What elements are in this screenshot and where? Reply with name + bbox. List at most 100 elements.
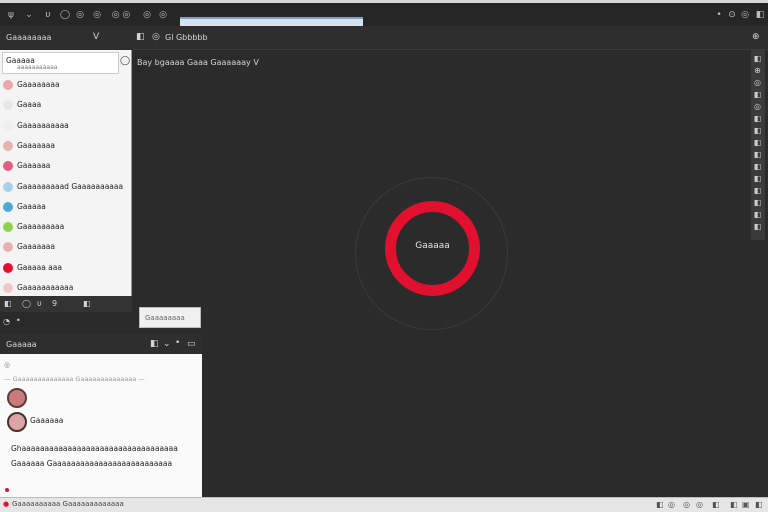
avatar[interactable] (7, 388, 27, 408)
room-header: ◧ ◎ Gl Gbbbbb ⊕ (132, 26, 768, 50)
chevron-down-icon[interactable]: ⌄ (163, 339, 171, 349)
room-list-item[interactable]: Gaaaaaaaaa (0, 217, 131, 237)
room-list-item[interactable]: Gaaaaaaa (0, 136, 131, 156)
right-tool-icon[interactable]: ◧ (753, 222, 762, 231)
room-list-item[interactable]: Gaaaaaaaaaaa (0, 278, 131, 298)
room-list-item[interactable]: Gaaaaaaaaaa (0, 116, 131, 136)
right-tool-icon[interactable]: ◧ (753, 210, 762, 219)
floating-button-label: Gaaaaaaaa (145, 314, 185, 322)
sidebar-toggle-icon[interactable]: ◧ (136, 32, 145, 42)
date-divider: — Gaaaaaaaaaaaaaa Gaaaaaaaaaaaaaa — (4, 375, 145, 383)
app-icon[interactable]: ψ (6, 10, 16, 20)
right-tool-icon[interactable]: ◧ (753, 162, 762, 171)
room-list-label: Gaaaaaaaaaaa (17, 283, 74, 292)
status-icon[interactable]: ◎ (696, 500, 703, 509)
room-list-label: Gaaaaaaa (17, 242, 55, 252)
avatar[interactable] (7, 412, 27, 432)
dot-icon[interactable]: • (16, 316, 21, 325)
account-header[interactable]: Gaaaaaaaa V (0, 26, 132, 50)
toolbar-icon-6[interactable]: ◎ (142, 10, 152, 20)
room-list-item[interactable]: Gaaaaaaaa (0, 75, 131, 95)
chevron-icon[interactable]: ⌄ (24, 10, 34, 20)
room-list-label: Gaaaaaaaaad Gaaaaaaaaaa (17, 181, 124, 191)
room-icon[interactable]: ◎ (152, 32, 160, 42)
status-icon[interactable]: ⊙ (727, 10, 737, 20)
right-tool-icon[interactable]: ◧ (753, 198, 762, 207)
status-icon[interactable]: ▣ (742, 500, 750, 509)
status-bar: ● Gaaaaaaaaaa Gaaaaaaaaaaaaa ◧ ◎ ◎ ◎ ◧ ◧ ▣ ◧ (0, 497, 768, 512)
message-author[interactable]: Gaaaaaa (30, 416, 63, 425)
room-avatar-icon (3, 100, 13, 111)
status-icon[interactable]: ◎ (668, 500, 675, 509)
right-tool-icon[interactable]: ◧ (753, 174, 762, 183)
toolbar-icon-3[interactable]: ◎ (75, 10, 85, 20)
maximize-icon[interactable]: ▭ (187, 339, 196, 349)
left-tool-icon-2[interactable]: ◯ (22, 299, 31, 308)
emoji-icon[interactable]: ◔ (3, 317, 10, 326)
room-list-label: Gaaaaaaaaaa (17, 120, 69, 130)
room-list-item[interactable]: Gaaaa (0, 95, 131, 115)
room-list-label: Gaaaaaa (17, 161, 51, 171)
right-tool-icon[interactable]: ◧ (753, 90, 762, 99)
chat-header: Gaaaaa ◧ ⌄ • ▭ (0, 334, 202, 354)
toolbar-icon-7[interactable]: ◎ (158, 10, 168, 20)
left-toolbar-secondary: ◔ • (0, 312, 138, 330)
window-icon[interactable]: ◧ (755, 10, 765, 20)
left-tool-icon-1[interactable]: ◧ (4, 299, 12, 308)
room-settings-icon[interactable]: ⊕ (752, 32, 760, 42)
room-list-label: Gaaaaaaa (17, 140, 55, 150)
loading-label: Gaaaaa (415, 241, 450, 251)
room-list-label: Gaaaaaaaa (17, 80, 60, 89)
left-tool-icon-4[interactable]: 9 (52, 299, 57, 308)
room-name: Gl Gbbbbb (165, 33, 208, 42)
room-list-item[interactable]: Gaaaaaaa (0, 237, 131, 257)
status-icon[interactable]: ◧ (755, 500, 763, 509)
dot-icon[interactable]: • (175, 338, 180, 348)
right-tool-icon[interactable]: ⊕ (753, 66, 762, 75)
chat-icon-1[interactable]: ◧ (150, 339, 159, 349)
chat-title: Gaaaaa (6, 340, 37, 349)
left-tool-icon-5[interactable]: ◧ (83, 299, 91, 308)
left-toolbar: ◧ ◯ υ 9 ◧ (0, 296, 132, 312)
right-tool-icon[interactable]: ◧ (753, 150, 762, 159)
room-avatar-icon (3, 242, 13, 253)
indicator-icon: ◎ (4, 361, 11, 369)
toolbar-icon-1[interactable]: υ (43, 10, 53, 20)
room-list-label: Gaaaaaaaaa (17, 222, 65, 232)
toolbar-icon-5[interactable]: ◎ ◎ (110, 10, 132, 20)
status-icon[interactable]: ◎ (683, 500, 690, 509)
room-avatar-icon (3, 140, 13, 151)
unread-dot (5, 488, 9, 492)
notification-dot-icon[interactable]: • (714, 10, 724, 20)
status-icon[interactable]: ◧ (730, 500, 738, 509)
right-tool-icon[interactable]: ◧ (753, 138, 762, 147)
room-list-item[interactable]: Gaaaaaa (0, 156, 131, 176)
room-list-panel: Gaaaaa aaaaaaaaaaa ◯ Gaaaaaaaa Gaaaa Gaaaa… (0, 50, 132, 296)
status-icon[interactable]: ◧ (712, 500, 720, 509)
right-tool-icon[interactable]: ◎ (753, 78, 762, 87)
settings-icon[interactable]: ◎ (740, 10, 750, 20)
room-list-item[interactable]: Gaaaaaaaaad Gaaaaaaaaaa (0, 177, 131, 197)
right-tool-icon[interactable]: ◧ (753, 126, 762, 135)
room-avatar-icon (3, 201, 13, 212)
search-icon[interactable]: ◯ (120, 56, 130, 66)
right-tool-icon[interactable]: ◧ (753, 186, 762, 195)
room-list-item[interactable]: Gaaaaa (0, 197, 131, 217)
room-avatar-icon (3, 181, 13, 192)
search-subtext: aaaaaaaaaaa (17, 64, 58, 71)
floating-button[interactable]: Gaaaaaaaa (139, 307, 201, 328)
toolbar-icon-4[interactable]: ◎ (92, 10, 102, 20)
right-tool-icon[interactable]: ◎ (753, 102, 762, 111)
left-tool-icon-3[interactable]: υ (37, 299, 42, 308)
search-box[interactable]: Gaaaaa aaaaaaaaaaa (2, 52, 119, 74)
right-tool-icon[interactable]: ◧ (753, 54, 762, 63)
message-line-2: Gaaaaaa Gaaaaaaaaaaaaaaaaaaaaaaaaaa (11, 459, 173, 468)
status-icon[interactable]: ◧ (656, 500, 664, 509)
room-avatar-icon (3, 283, 13, 293)
chevron-down-icon[interactable]: V (93, 32, 99, 42)
room-avatar-icon (3, 161, 13, 172)
room-list-item[interactable]: Gaaaaa aaa (0, 258, 131, 278)
right-tool-icon[interactable]: ◧ (753, 114, 762, 123)
message-line-1: Ghaaaaaaaaaaaaaaaaaaaaaaaaaaaaaaaaaa (11, 444, 178, 453)
toolbar-icon-2[interactable]: ◯ (60, 10, 70, 20)
